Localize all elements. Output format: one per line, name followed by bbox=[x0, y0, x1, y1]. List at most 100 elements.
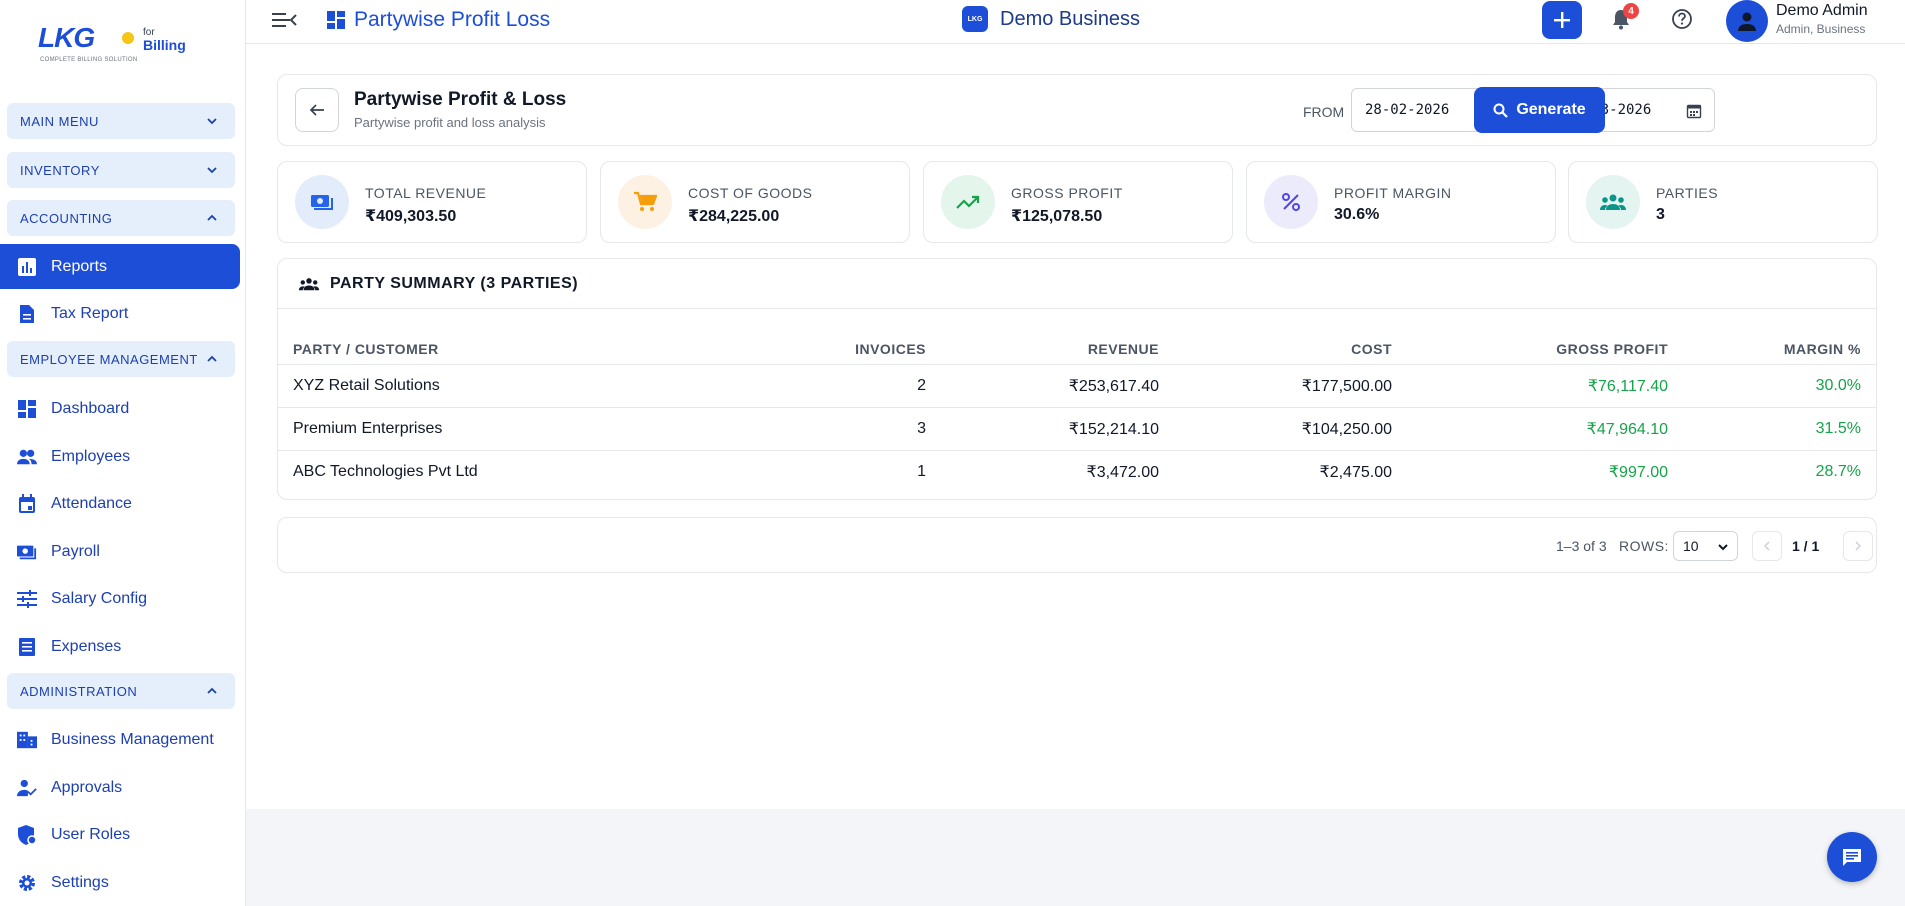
groups-icon bbox=[1586, 175, 1640, 229]
section-employee-management[interactable]: EMPLOYEE MANAGEMENT bbox=[7, 341, 235, 377]
column-header-revenue[interactable]: REVENUE bbox=[926, 335, 1159, 365]
people-icon bbox=[17, 447, 37, 467]
section-inventory[interactable]: INVENTORY bbox=[7, 152, 235, 188]
from-date-value: 28-02-2026 bbox=[1365, 102, 1450, 118]
sidebar-item-label: Dashboard bbox=[51, 399, 130, 417]
column-header-gross-profit[interactable]: GROSS PROFIT bbox=[1392, 335, 1668, 365]
menu-collapse-icon[interactable] bbox=[272, 9, 298, 31]
stat-label: COST OF GOODS bbox=[688, 185, 813, 201]
generate-button[interactable]: Generate bbox=[1474, 87, 1605, 133]
stat-card-cost-of-goods: COST OF GOODS ₹284,225.00 bbox=[600, 161, 910, 243]
sidebar-item-label: Reports bbox=[51, 257, 108, 275]
sidebar-item-dashboard[interactable]: Dashboard bbox=[0, 386, 240, 431]
person-check-icon bbox=[17, 778, 37, 798]
stat-label: GROSS PROFIT bbox=[1011, 185, 1123, 201]
column-header-party[interactable]: PARTY / CUSTOMER bbox=[278, 335, 778, 365]
add-button[interactable] bbox=[1542, 1, 1582, 39]
section-main-menu[interactable]: MAIN MENU bbox=[7, 103, 235, 139]
sidebar-item-settings[interactable]: Settings bbox=[0, 860, 240, 905]
brand-logo[interactable]: LKG COMPLETE BILLING SOLUTION for Billin… bbox=[0, 0, 245, 88]
percent-icon bbox=[1264, 175, 1318, 229]
arrow-left-icon bbox=[309, 104, 324, 116]
column-header-invoices[interactable]: INVOICES bbox=[778, 335, 926, 365]
calendar-icon bbox=[17, 493, 37, 514]
search-icon bbox=[1493, 103, 1509, 118]
business-selector[interactable]: LKG Demo Business bbox=[962, 6, 1140, 32]
section-administration[interactable]: ADMINISTRATION bbox=[7, 673, 235, 709]
logo-text: LKG bbox=[38, 22, 95, 53]
gear-icon bbox=[17, 873, 37, 893]
avatar[interactable] bbox=[1726, 0, 1768, 42]
user-menu[interactable]: Demo Admin Admin, Business bbox=[1776, 2, 1868, 36]
sidebar-item-employees[interactable]: Employees bbox=[0, 434, 240, 479]
cell-revenue: ₹253,617.40 bbox=[926, 364, 1159, 408]
cell-party: Premium Enterprises bbox=[278, 407, 778, 451]
section-label: INVENTORY bbox=[20, 162, 100, 178]
page-indicator: 1 / 1 bbox=[1792, 538, 1820, 554]
cell-gross-profit: ₹76,117.40 bbox=[1392, 364, 1668, 408]
chat-button[interactable] bbox=[1827, 832, 1877, 882]
sidebar-item-label: Employees bbox=[51, 447, 131, 465]
sidebar-item-approvals[interactable]: Approvals bbox=[0, 765, 240, 810]
dashboard-icon bbox=[17, 399, 37, 419]
column-header-margin[interactable]: MARGIN % bbox=[1668, 335, 1876, 365]
sidebar-item-expenses[interactable]: Expenses bbox=[0, 624, 240, 669]
column-header-cost[interactable]: COST bbox=[1159, 335, 1392, 365]
chat-icon bbox=[1843, 849, 1861, 866]
stat-label: PROFIT MARGIN bbox=[1334, 185, 1452, 201]
table-row[interactable]: XYZ Retail Solutions 2 ₹253,617.40 ₹177,… bbox=[278, 364, 1876, 408]
rows-per-page-label: ROWS: bbox=[1619, 538, 1669, 554]
stat-value: ₹125,078.50 bbox=[1011, 208, 1103, 225]
cell-gross-profit: ₹47,964.10 bbox=[1392, 407, 1668, 451]
person-icon bbox=[1738, 12, 1756, 31]
logo-tagline: COMPLETE BILLING SOLUTION bbox=[40, 57, 138, 63]
tune-icon bbox=[17, 589, 37, 609]
report-subtitle: Partywise profit and loss analysis bbox=[354, 115, 546, 130]
cart-icon bbox=[618, 175, 672, 229]
stat-value: 3 bbox=[1656, 206, 1665, 223]
sidebar-item-label: Approvals bbox=[51, 778, 123, 796]
cell-margin: 28.7% bbox=[1815, 462, 1861, 480]
cell-cost: ₹177,500.00 bbox=[1159, 364, 1392, 408]
sidebar-item-tax-report[interactable]: Tax Report bbox=[0, 291, 240, 336]
page-title-label: Partywise Profit Loss bbox=[354, 8, 551, 31]
sidebar-item-business-management[interactable]: Business Management bbox=[0, 717, 240, 762]
report-header: Partywise Profit & Loss Partywise profit… bbox=[277, 74, 1877, 146]
cell-revenue: ₹152,214.10 bbox=[926, 407, 1159, 451]
sidebar-item-attendance[interactable]: Attendance bbox=[0, 481, 240, 526]
notifications-button[interactable]: 4 bbox=[1611, 3, 1639, 34]
sidebar-item-payroll[interactable]: Payroll bbox=[0, 529, 240, 574]
sidebar-item-label: Settings bbox=[51, 873, 109, 891]
stat-value: ₹284,225.00 bbox=[688, 208, 780, 225]
previous-page-button[interactable] bbox=[1752, 531, 1782, 561]
user-role: Admin, Business bbox=[1776, 22, 1866, 36]
section-accounting[interactable]: ACCOUNTING bbox=[7, 200, 235, 236]
cell-invoices: 1 bbox=[917, 462, 926, 480]
sidebar-item-label: Business Management bbox=[51, 730, 214, 748]
table-row[interactable]: ABC Technologies Pvt Ltd 1 ₹3,472.00 ₹2,… bbox=[278, 450, 1876, 493]
sidebar-item-label: Expenses bbox=[51, 637, 122, 655]
calendar-icon[interactable] bbox=[1686, 103, 1702, 119]
cell-margin: 30.0% bbox=[1668, 364, 1876, 408]
from-label: FROM bbox=[1303, 104, 1345, 120]
money-icon bbox=[295, 175, 349, 229]
chevron-up-icon bbox=[207, 214, 217, 221]
next-page-button[interactable] bbox=[1843, 531, 1873, 561]
table-row[interactable]: Premium Enterprises 3 ₹152,214.10 ₹104,2… bbox=[278, 407, 1876, 451]
party-summary-card: PARTY SUMMARY (3 PARTIES) PARTY / CUSTOM… bbox=[277, 258, 1877, 500]
cell-party: ABC Technologies Pvt Ltd bbox=[293, 462, 478, 480]
back-button[interactable] bbox=[295, 88, 339, 132]
table-header-row: PARTY / CUSTOMER INVOICES REVENUE COST G… bbox=[278, 335, 1876, 365]
stat-label: PARTIES bbox=[1656, 185, 1719, 201]
help-icon[interactable] bbox=[1671, 8, 1693, 30]
section-label: MAIN MENU bbox=[20, 113, 99, 129]
party-summary-title: PARTY SUMMARY (3 PARTIES) bbox=[330, 274, 579, 292]
plus-icon bbox=[1554, 12, 1570, 28]
chevron-right-icon bbox=[1855, 541, 1862, 551]
sidebar-item-user-roles[interactable]: User Roles bbox=[0, 812, 240, 857]
pagination-info: 1–3 of 3 bbox=[1556, 538, 1607, 554]
sidebar-item-salary-config[interactable]: Salary Config bbox=[0, 576, 240, 621]
sidebar-item-reports[interactable]: Reports bbox=[0, 244, 240, 289]
report-title: Partywise Profit & Loss bbox=[354, 89, 567, 110]
rows-per-page-select[interactable]: 10 bbox=[1673, 531, 1738, 561]
